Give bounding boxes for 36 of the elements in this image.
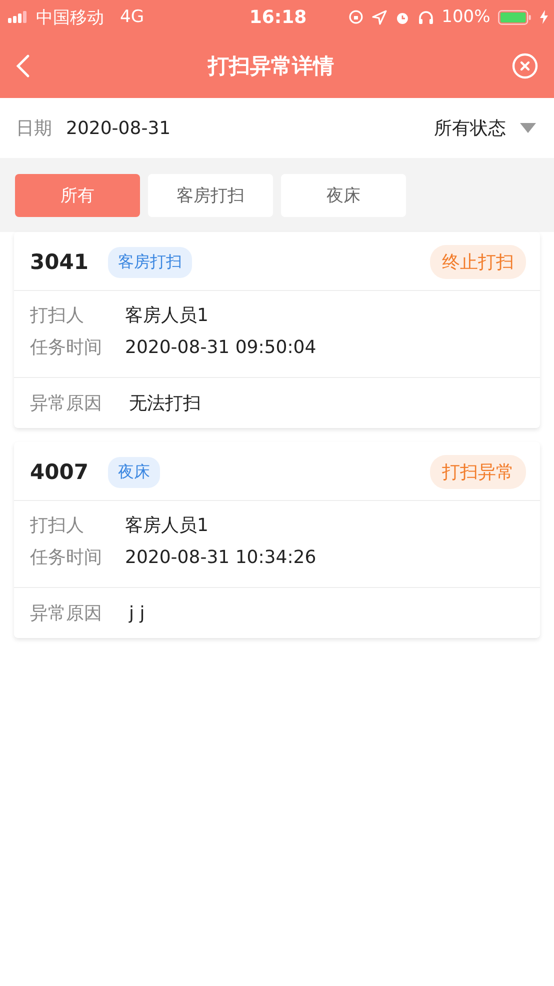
field-value: 2020-08-31 09:50:04 xyxy=(125,336,316,358)
date-label: 日期 xyxy=(16,117,52,140)
task-type-tag: 夜床 xyxy=(108,456,160,488)
status-tag: 打扫异常 xyxy=(430,455,526,489)
filter-tab[interactable]: 客房打扫 xyxy=(148,174,273,216)
back-icon[interactable] xyxy=(16,54,30,78)
status-tag: 终止打扫 xyxy=(430,245,526,279)
field-label: 任务时间 xyxy=(30,546,103,569)
close-icon[interactable] xyxy=(512,53,538,79)
dropdown-icon[interactable] xyxy=(520,123,536,133)
page-title: 打扫异常详情 xyxy=(208,53,334,80)
network-type: 4G xyxy=(120,7,144,27)
filter-tab[interactable]: 夜床 xyxy=(281,174,406,216)
battery-icon xyxy=(498,10,532,24)
clock-time: 16:18 xyxy=(249,6,307,28)
date-value[interactable]: 2020-08-31 xyxy=(66,118,171,138)
status-filter[interactable]: 所有状态 xyxy=(434,116,506,140)
headphones-icon xyxy=(418,10,434,24)
field-value: 2020-08-31 10:34:26 xyxy=(125,546,316,568)
carrier-name: 中国移动 xyxy=(36,6,104,28)
location-icon xyxy=(372,10,387,24)
reason-value: j j xyxy=(129,602,145,624)
field-label: 任务时间 xyxy=(30,336,103,359)
charging-icon xyxy=(540,10,548,24)
field-label: 异常原因 xyxy=(30,602,103,625)
field-value: 客房人员1 xyxy=(125,304,208,327)
field-label: 异常原因 xyxy=(30,392,103,415)
field-value: 客房人员1 xyxy=(125,514,208,537)
battery-percent: 100% xyxy=(442,7,490,27)
room-number: 4007 xyxy=(30,460,90,484)
task-type-tag: 客房打扫 xyxy=(108,246,192,278)
reason-value: 无法打扫 xyxy=(129,392,201,415)
rotation-lock-icon xyxy=(348,9,364,25)
field-label: 打扫人 xyxy=(30,304,85,327)
room-number: 3041 xyxy=(30,250,90,274)
field-label: 打扫人 xyxy=(30,514,85,537)
